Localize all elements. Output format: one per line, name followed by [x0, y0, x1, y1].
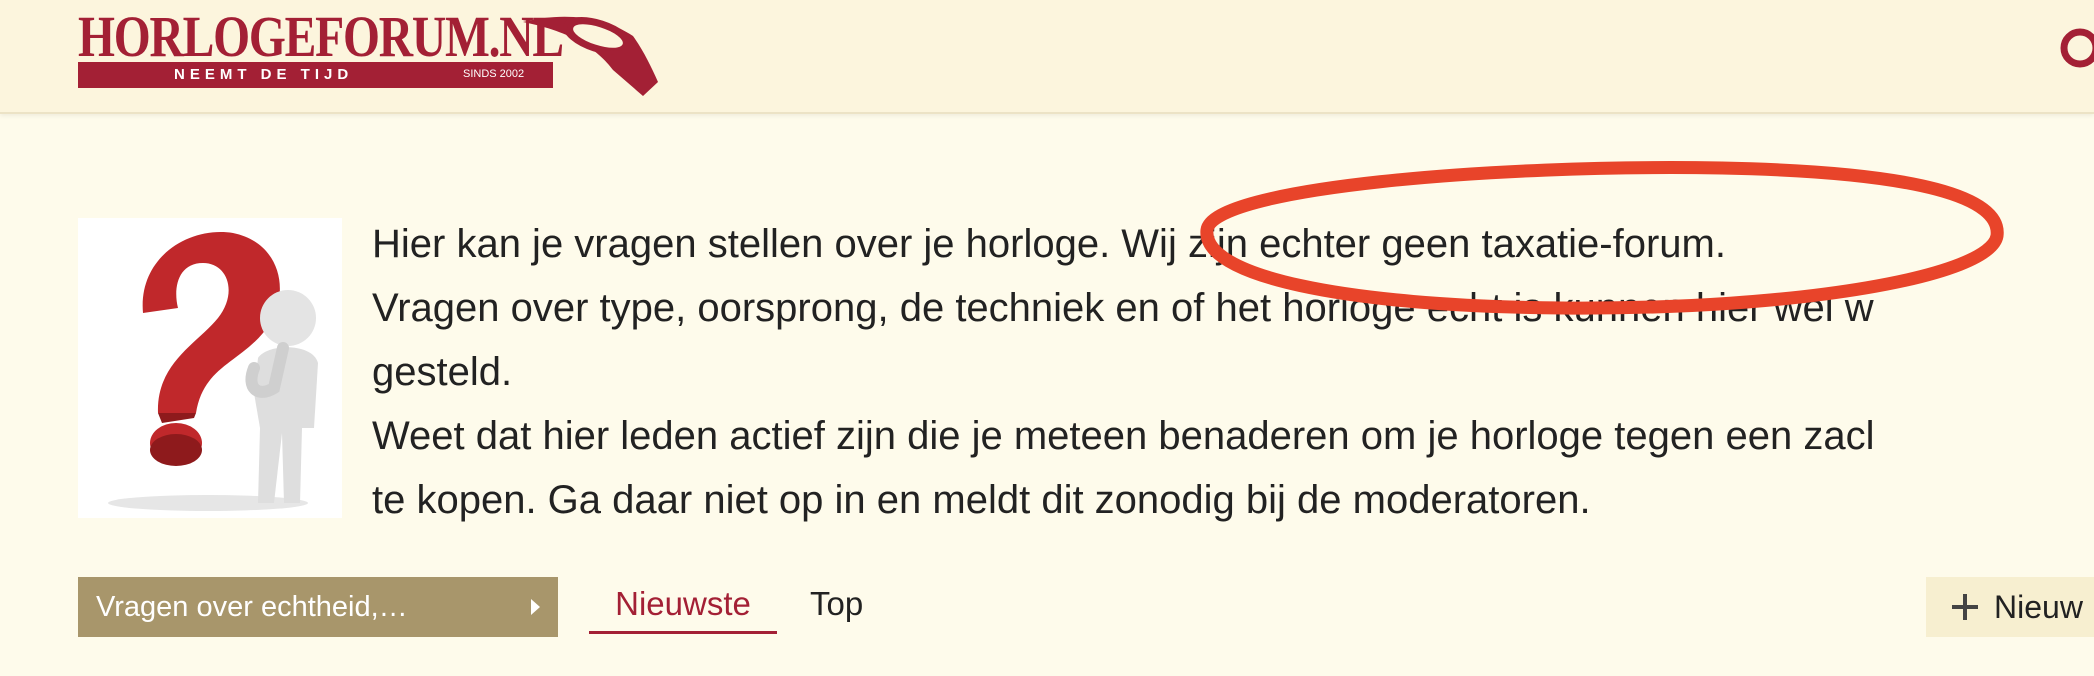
intro-line-3: gesteld.: [372, 350, 513, 394]
intro-line-4: Weet dat hier leden actief zijn die je m…: [372, 414, 1875, 458]
tab-top[interactable]: Top: [810, 582, 863, 634]
intro-line-1: Hier kan je vragen stellen over je horlo…: [372, 222, 1726, 266]
forum-intro-text: Hier kan je vragen stellen over je horlo…: [372, 212, 2094, 532]
intro-line-2: Vragen over type, oorsprong, de techniek…: [372, 286, 1874, 330]
category-dropdown-label: Vragen over echtheid,…: [96, 590, 408, 623]
site-header: HORLOGEFORUM.NL NEEMT DE TIJD SINDS 2002: [0, 0, 2094, 114]
search-icon[interactable]: [2054, 22, 2094, 72]
watch-hand-logo-icon: [523, 16, 658, 96]
site-logo[interactable]: HORLOGEFORUM.NL NEEMT DE TIJD SINDS 2002: [78, 4, 658, 96]
caret-right-icon: [531, 599, 540, 615]
logo-tagline: NEEMT DE TIJD: [174, 66, 354, 83]
tab-latest[interactable]: Nieuwste: [589, 582, 777, 634]
page: HORLOGEFORUM.NL NEEMT DE TIJD SINDS 2002…: [0, 0, 2094, 676]
category-dropdown[interactable]: Vragen over echtheid,…: [78, 577, 558, 637]
intro-line-5: te kopen. Ga daar niet op in en meldt di…: [372, 478, 1591, 522]
new-topic-label: Nieuw: [1994, 588, 2083, 625]
question-mark-figure-icon: [78, 218, 342, 518]
new-topic-button[interactable]: Nieuw: [1926, 577, 2094, 637]
plus-icon: [1952, 594, 1978, 620]
